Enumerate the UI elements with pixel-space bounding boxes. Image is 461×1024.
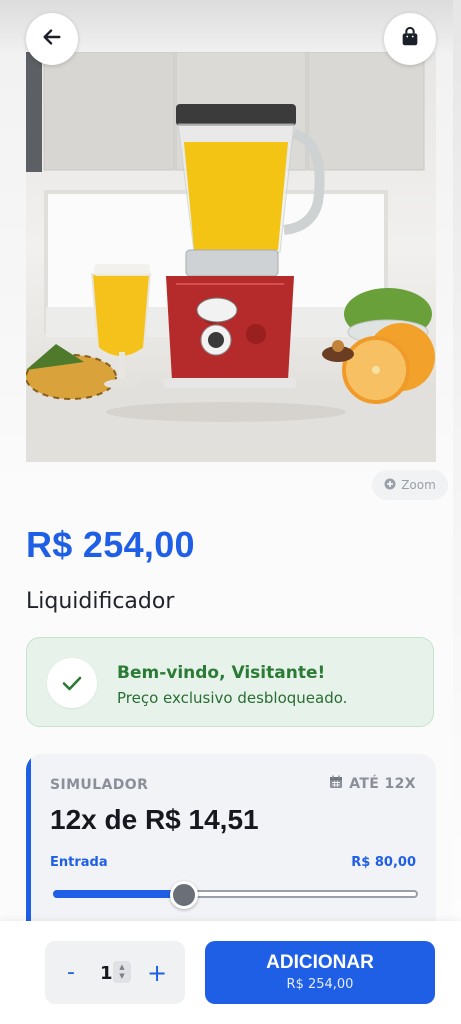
add-to-cart-button[interactable]: ADICIONAR R$ 254,00: [205, 941, 435, 1004]
down-payment-label: Entrada: [50, 855, 108, 870]
calendar-icon: [329, 775, 343, 793]
welcome-banner: Bem-vindo, Visitante! Preço exclusivo de…: [26, 637, 434, 727]
shopping-bag-icon: [399, 26, 421, 52]
slider-thumb[interactable]: [170, 881, 198, 909]
simulator-label: SIMULADOR: [50, 777, 149, 793]
scrollbar[interactable]: [453, 0, 461, 1024]
chevron-down-icon: ▼: [119, 972, 125, 980]
bottom-action-bar: - 1 ▲ ▼ + ADICIONAR R$ 254,00: [0, 921, 461, 1024]
product-title: Liquidificador: [26, 589, 175, 614]
product-hero: [0, 0, 461, 470]
chevron-up-icon: ▲: [119, 963, 125, 971]
add-to-cart-label: ADICIONAR: [266, 952, 374, 973]
plus-circle-icon: [384, 478, 396, 493]
quantity-stepper: - 1 ▲ ▼ +: [45, 941, 185, 1004]
add-to-cart-price: R$ 254,00: [286, 977, 354, 992]
simulator-up-to-text: ATÉ 12X: [349, 776, 416, 792]
increase-quantity-button[interactable]: +: [147, 959, 167, 987]
blender-illustration: [26, 52, 436, 462]
welcome-subtitle: Preço exclusivo desbloqueado.: [117, 689, 348, 707]
decrease-quantity-button[interactable]: -: [67, 960, 75, 985]
cart-button[interactable]: [384, 13, 436, 65]
quantity-spinner[interactable]: ▲ ▼: [113, 961, 131, 983]
check-icon: [47, 658, 97, 708]
zoom-button[interactable]: Zoom: [372, 470, 448, 500]
back-button[interactable]: [26, 13, 78, 65]
product-photo[interactable]: [26, 52, 436, 462]
quantity-input[interactable]: 1: [100, 963, 113, 984]
zoom-label: Zoom: [401, 478, 436, 492]
arrow-left-icon: [41, 26, 63, 52]
welcome-title: Bem-vindo, Visitante!: [117, 663, 326, 683]
product-price: R$ 254,00: [26, 524, 195, 565]
simulator-max-installments: ATÉ 12X: [329, 775, 416, 793]
slider-fill: [53, 890, 184, 898]
down-payment-slider[interactable]: [53, 890, 418, 898]
down-payment-value: R$ 80,00: [351, 855, 416, 870]
installment-value: 12x de R$ 14,51: [50, 804, 259, 835]
